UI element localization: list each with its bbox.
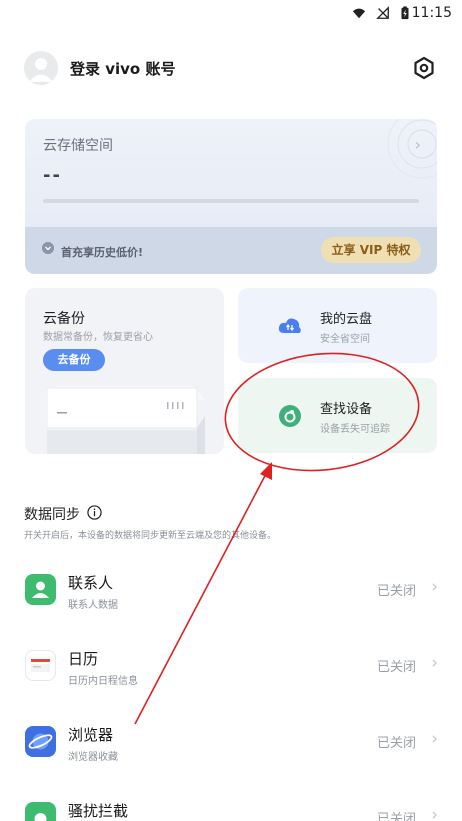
- annotation-arrow-head: [260, 462, 272, 480]
- sync-row-browser[interactable]: 浏览器 浏览器收藏 已关闭 ›: [0, 714, 462, 776]
- row-title: 骚扰拦截: [68, 802, 129, 820]
- backup-title: 云备份: [43, 311, 85, 327]
- row-title: 浏览器: [68, 726, 114, 744]
- find-device-icon: [279, 405, 301, 427]
- sync-section-title: 数据同步: [24, 507, 80, 523]
- row-subtitle: 联系人数据: [68, 600, 118, 611]
- sync-row-harassment-blocking[interactable]: 骚扰拦截 已关闭 ›: [0, 790, 462, 821]
- settings-gear-icon[interactable]: [412, 56, 436, 80]
- cloud-disk-subtitle: 安全省空间: [320, 334, 370, 345]
- chevron-right-icon: ›: [431, 805, 438, 821]
- user-icon: [29, 58, 53, 82]
- chevron-right-icon: ›: [431, 729, 438, 749]
- avatar[interactable]: [24, 51, 58, 85]
- status-time: 11:15: [411, 5, 452, 21]
- find-device-card[interactable]: 查找设备 设备丢失可追踪: [238, 378, 437, 453]
- browser-icon: [25, 726, 56, 757]
- find-device-subtitle: 设备丢失可追踪: [320, 424, 390, 435]
- cloud-storage-card[interactable]: 云存储空间 › -- 首充享历史低价! 立享 VIP 特权: [25, 119, 437, 274]
- status-bar: 11:15: [0, 0, 462, 26]
- signal-off-icon: [376, 6, 389, 19]
- row-status: 已关闭: [376, 812, 416, 821]
- chevron-right-icon: ›: [431, 653, 438, 673]
- server-illustration: [47, 386, 205, 454]
- row-subtitle: 日历内日程信息: [68, 676, 138, 687]
- chevron-right-icon: ›: [431, 577, 438, 597]
- storage-value: --: [43, 165, 62, 186]
- backup-subtitle: 数据常备份，恢复更省心: [43, 332, 153, 343]
- row-status: 已关闭: [376, 660, 416, 675]
- promo-text: 首充享历史低价!: [61, 246, 144, 259]
- calendar-icon: [25, 650, 56, 681]
- sync-description: 开关开启后，本设备的数据将同步更新至云端及您的其他设备。: [24, 531, 277, 541]
- row-title: 日历: [68, 650, 99, 668]
- sync-row-contacts[interactable]: 联系人 联系人数据 已关闭 ›: [0, 562, 462, 624]
- find-device-title: 查找设备: [320, 402, 373, 417]
- row-status: 已关闭: [376, 736, 416, 751]
- sync-row-calendar[interactable]: 日历 日历内日程信息 已关闭 ›: [0, 638, 462, 700]
- promo-strip: 首充享历史低价! 立享 VIP 特权: [25, 227, 437, 274]
- row-status: 已关闭: [376, 584, 416, 599]
- login-link[interactable]: 登录 vivo 账号: [70, 58, 175, 79]
- backup-button[interactable]: 去备份: [43, 349, 105, 371]
- cloud-disk-card[interactable]: 我的云盘 安全省空间: [238, 288, 437, 363]
- contacts-icon: [25, 574, 56, 605]
- battery-charging-icon: [401, 6, 409, 20]
- wifi-icon: [352, 8, 366, 19]
- storage-progress-bar: [43, 199, 419, 203]
- row-title: 联系人: [68, 574, 114, 592]
- chevron-right-icon: ›: [414, 135, 421, 154]
- vip-button[interactable]: 立享 VIP 特权: [321, 237, 421, 263]
- row-subtitle: 浏览器收藏: [68, 752, 118, 763]
- cloud-disk-title: 我的云盘: [320, 312, 373, 327]
- backup-card[interactable]: 云备份 数据常备份，恢复更省心 去备份: [25, 288, 224, 454]
- info-icon[interactable]: [87, 505, 102, 520]
- cloud-disk-icon: [278, 318, 301, 333]
- shield-block-icon: [25, 802, 56, 821]
- chevron-down-icon[interactable]: [42, 242, 54, 254]
- account-header: 登录 vivo 账号: [24, 48, 440, 88]
- decorative-rings: [387, 119, 437, 179]
- cloud-storage-title: 云存储空间: [43, 138, 113, 154]
